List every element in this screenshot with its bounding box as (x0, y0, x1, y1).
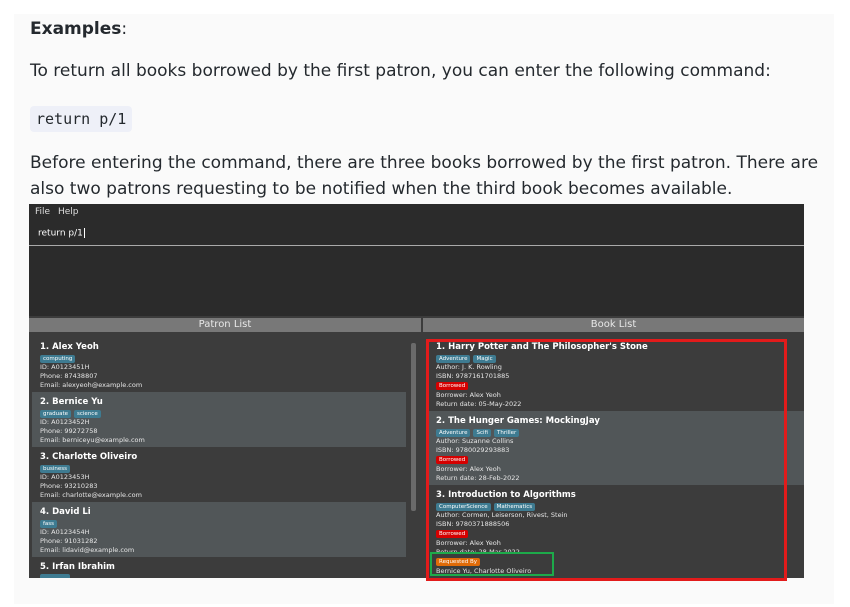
patron-name: 4. David Li (40, 507, 91, 517)
menu-bar: File Help (29, 204, 804, 221)
patron-card[interactable]: 3. Charlotte Oliveiro business ID: A0123… (32, 447, 406, 502)
patron-tags: fass (40, 519, 60, 528)
command-input[interactable]: return p/1 (38, 228, 85, 239)
requested-by-highlight-box (430, 552, 554, 576)
examples-heading: Examples: (30, 19, 128, 39)
patron-phone: Phone: 93210283 (40, 482, 98, 490)
result-display (29, 246, 804, 316)
patron-name: 3. Charlotte Oliveiro (40, 452, 138, 462)
patron-phone: Phone: 91031282 (40, 537, 98, 545)
patron-tags: business (40, 464, 73, 473)
patron-tags (40, 574, 73, 578)
tag: computing (40, 355, 76, 363)
text-caret (83, 228, 85, 238)
patron-card[interactable]: 4. David Li fass ID: A0123454H Phone: 91… (32, 502, 406, 557)
command-box[interactable]: return p/1 (29, 221, 804, 246)
command-code-snippet: return p/1 (30, 106, 133, 132)
menu-file[interactable]: File (35, 207, 50, 217)
patron-tags: computing (40, 354, 78, 363)
tag: fass (40, 520, 58, 528)
menu-help[interactable]: Help (58, 207, 79, 217)
intro-paragraph: To return all books borrowed by the firs… (30, 61, 771, 81)
patron-id: ID: A0123451H (40, 363, 90, 371)
tag: business (40, 465, 70, 473)
book-list-header: Book List (423, 318, 804, 332)
patron-email: Email: charlotte@example.com (40, 491, 142, 499)
patron-list-scrollbar[interactable] (411, 343, 416, 511)
patron-tags: graduate science (40, 409, 104, 418)
patron-id: ID: A0123453H (40, 473, 90, 481)
tag (40, 574, 70, 578)
patron-card[interactable]: 2. Bernice Yu graduate science ID: A01234… (32, 392, 406, 447)
patron-email: Email: berniceyu@example.com (40, 436, 145, 444)
tag: graduate (40, 410, 72, 418)
patron-name: 1. Alex Yeoh (40, 342, 99, 352)
patron-name: 5. Irfan Ibrahim (40, 562, 115, 572)
patron-list-header: Patron List (29, 318, 421, 332)
patron-card[interactable]: 1. Alex Yeoh computing ID: A0123451H Pho… (32, 337, 406, 392)
patron-name: 2. Bernice Yu (40, 397, 103, 407)
book-list-highlight-box (426, 339, 787, 581)
patron-phone: Phone: 87438807 (40, 372, 98, 380)
patron-phone: Phone: 99272758 (40, 427, 98, 435)
patron-id: ID: A0123454H (40, 528, 90, 536)
patron-card[interactable]: 5. Irfan Ibrahim (32, 557, 406, 578)
description-paragraph: Before entering the command, there are t… (30, 153, 819, 199)
patron-email: Email: alexyeoh@example.com (40, 381, 143, 389)
tag: science (74, 410, 101, 418)
patron-list[interactable]: 1. Alex Yeoh computing ID: A0123451H Pho… (32, 337, 406, 578)
patron-email: Email: lidavid@example.com (40, 546, 135, 554)
patron-id: ID: A0123452H (40, 418, 90, 426)
